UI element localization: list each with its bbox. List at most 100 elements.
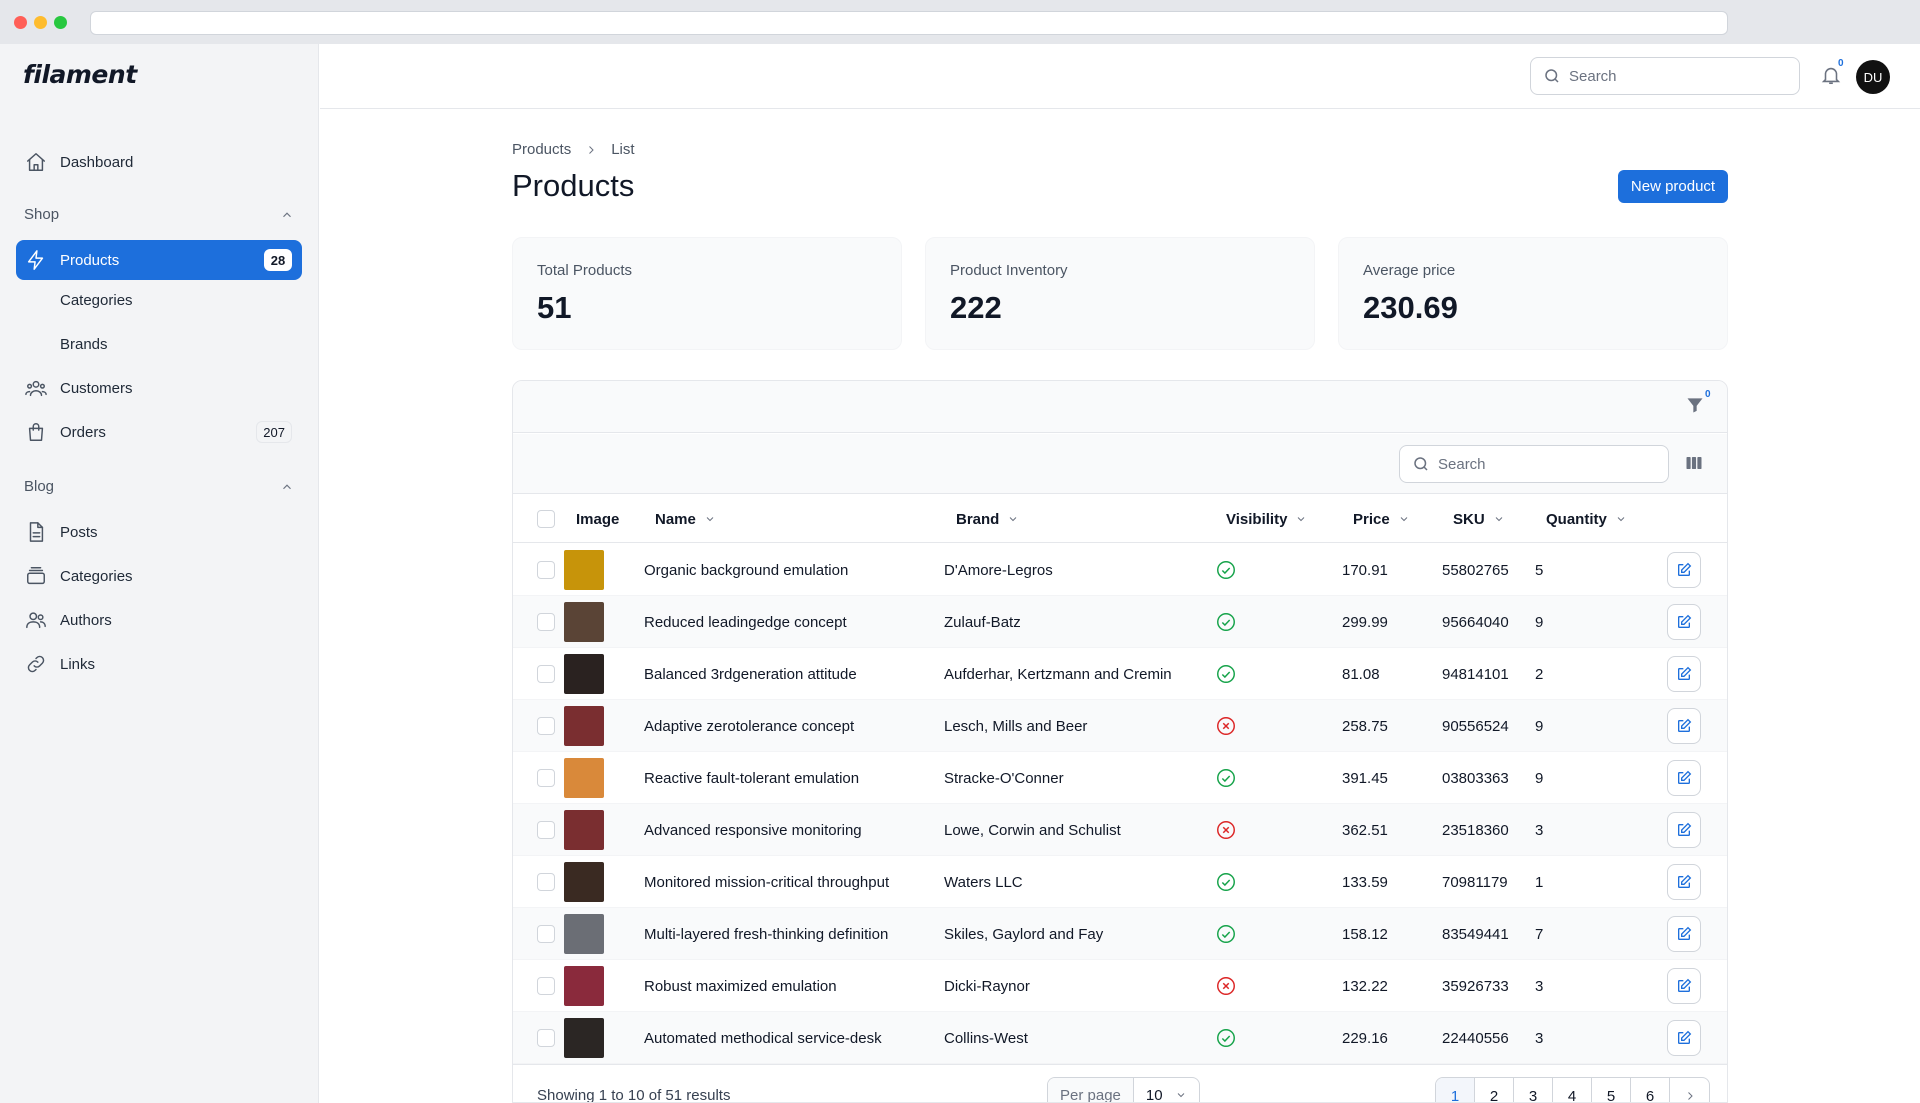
row-checkbox[interactable]	[537, 665, 555, 683]
product-name[interactable]: Multi-layered fresh-thinking definition	[644, 908, 888, 960]
edit-button[interactable]	[1667, 864, 1701, 900]
product-thumbnail	[564, 810, 604, 850]
product-brand: Stracke-O'Conner	[944, 769, 1064, 787]
global-search-input[interactable]	[1569, 67, 1769, 85]
edit-button[interactable]	[1667, 812, 1701, 848]
edit-button[interactable]	[1667, 916, 1701, 952]
row-checkbox[interactable]	[537, 925, 555, 943]
users-group-icon	[24, 376, 48, 400]
row-checkbox[interactable]	[537, 873, 555, 891]
new-product-button[interactable]: New product	[1618, 170, 1728, 203]
edit-button[interactable]	[1667, 968, 1701, 1004]
sidebar-item-categories[interactable]: Categories	[16, 280, 302, 320]
column-header-sku[interactable]: SKU	[1453, 495, 1505, 543]
edit-icon	[1676, 770, 1692, 786]
product-thumbnail	[564, 550, 604, 590]
hidden-x-icon	[1215, 960, 1237, 1012]
filter-button[interactable]	[1685, 395, 1707, 417]
table-row[interactable]: Automated methodical service-desk Collins…	[513, 1012, 1727, 1064]
product-name[interactable]: Reactive fault-tolerant emulation	[644, 752, 859, 804]
table-row[interactable]: Monitored mission-critical throughput Wat…	[513, 856, 1727, 908]
edit-button[interactable]	[1667, 656, 1701, 692]
row-checkbox[interactable]	[537, 821, 555, 839]
row-checkbox[interactable]	[537, 977, 555, 995]
chevron-down-icon	[1617, 517, 1625, 522]
next-page-button[interactable]	[1670, 1078, 1709, 1102]
sidebar-item-brands[interactable]: Brands	[16, 324, 302, 364]
row-checkbox-cell	[537, 596, 555, 648]
address-bar[interactable]	[90, 11, 1728, 35]
column-header-quantity[interactable]: Quantity	[1546, 495, 1627, 543]
window-maximize-dot[interactable]	[54, 16, 67, 29]
product-name[interactable]: Automated methodical service-desk	[644, 1012, 882, 1064]
sidebar-item-label: Categories	[60, 291, 133, 309]
sidebar-group-shop[interactable]: Shop	[24, 206, 294, 223]
lightning-icon	[24, 248, 48, 272]
product-name[interactable]: Robust maximized emulation	[644, 960, 837, 1012]
edit-button[interactable]	[1667, 708, 1701, 744]
column-header-visibility[interactable]: Visibility	[1226, 495, 1307, 543]
sidebar-item-authors[interactable]: Authors	[16, 600, 302, 640]
product-quantity: 9	[1535, 769, 1544, 787]
sidebar-item-products[interactable]: Products 28	[16, 240, 302, 280]
row-checkbox[interactable]	[537, 561, 555, 579]
breadcrumb-products-link[interactable]: Products	[512, 141, 571, 158]
edit-button[interactable]	[1667, 604, 1701, 640]
product-name[interactable]: Organic background emulation	[644, 544, 848, 596]
chevron-right-icon	[1687, 1092, 1693, 1100]
edit-button[interactable]	[1667, 552, 1701, 588]
edit-button[interactable]	[1667, 760, 1701, 796]
table-search-input[interactable]	[1438, 455, 1638, 473]
sidebar-item-blog-categories[interactable]: Categories	[16, 556, 302, 596]
window-close-dot[interactable]	[14, 16, 27, 29]
sidebar-item-label: Customers	[60, 379, 133, 397]
product-name[interactable]: Advanced responsive monitoring	[644, 804, 862, 856]
column-header-label: SKU	[1453, 510, 1485, 528]
product-name[interactable]: Monitored mission-critical throughput	[644, 856, 889, 908]
global-search[interactable]	[1530, 57, 1800, 95]
sidebar-item-customers[interactable]: Customers	[16, 368, 302, 408]
page-button-2[interactable]: 2	[1475, 1078, 1514, 1102]
row-checkbox[interactable]	[537, 613, 555, 631]
per-page-value-wrap[interactable]: 10	[1134, 1078, 1199, 1102]
table-row[interactable]: Reactive fault-tolerant emulation Stracke…	[513, 752, 1727, 804]
sidebar-item-links[interactable]: Links	[16, 644, 302, 684]
product-price: 362.51	[1342, 821, 1388, 839]
table-row[interactable]: Balanced 3rdgeneration attitude Aufderhar…	[513, 648, 1727, 700]
sidebar-item-dashboard[interactable]: Dashboard	[16, 142, 302, 182]
page-button-5[interactable]: 5	[1592, 1078, 1631, 1102]
sidebar-item-posts[interactable]: Posts	[16, 512, 302, 552]
per-page-select[interactable]: Per page 10	[1047, 1077, 1200, 1102]
table-row[interactable]: Adaptive zerotolerance concept Lesch, Mil…	[513, 700, 1727, 752]
row-checkbox[interactable]	[537, 769, 555, 787]
column-header-name[interactable]: Name	[655, 495, 716, 543]
table-row[interactable]: Advanced responsive monitoring Lowe, Corw…	[513, 804, 1727, 856]
page-button-1[interactable]: 1	[1436, 1078, 1475, 1102]
page-button-3[interactable]: 3	[1514, 1078, 1553, 1102]
sidebar-item-orders[interactable]: Orders 207	[16, 412, 302, 452]
row-checkbox-cell	[537, 752, 555, 804]
sidebar-group-blog[interactable]: Blog	[24, 478, 294, 495]
avatar[interactable]: DU	[1856, 60, 1890, 94]
product-name[interactable]: Reduced leadingedge concept	[644, 596, 847, 648]
chevron-right-icon	[589, 145, 594, 154]
column-header-brand[interactable]: Brand	[956, 495, 1019, 543]
product-name[interactable]: Adaptive zerotolerance concept	[644, 700, 854, 752]
table-row[interactable]: Organic background emulation D'Amore-Legr…	[513, 544, 1727, 596]
table-row[interactable]: Robust maximized emulation Dicki-Raynor 13…	[513, 960, 1727, 1012]
row-checkbox[interactable]	[537, 1029, 555, 1047]
column-header-price[interactable]: Price	[1353, 495, 1410, 543]
page-button-6[interactable]: 6	[1631, 1078, 1670, 1102]
stat-product-inventory: Product Inventory 222	[925, 237, 1315, 350]
product-name[interactable]: Balanced 3rdgeneration attitude	[644, 648, 857, 700]
page-button-4[interactable]: 4	[1553, 1078, 1592, 1102]
toggle-columns-button[interactable]	[1685, 454, 1703, 477]
table-row[interactable]: Reduced leadingedge concept Zulauf-Batz 29…	[513, 596, 1727, 648]
select-all-checkbox[interactable]	[537, 510, 555, 528]
edit-button[interactable]	[1667, 1020, 1701, 1056]
table-search[interactable]	[1399, 445, 1669, 483]
product-image-cell	[564, 596, 604, 648]
table-row[interactable]: Multi-layered fresh-thinking definition S…	[513, 908, 1727, 960]
window-minimize-dot[interactable]	[34, 16, 47, 29]
row-checkbox[interactable]	[537, 717, 555, 735]
